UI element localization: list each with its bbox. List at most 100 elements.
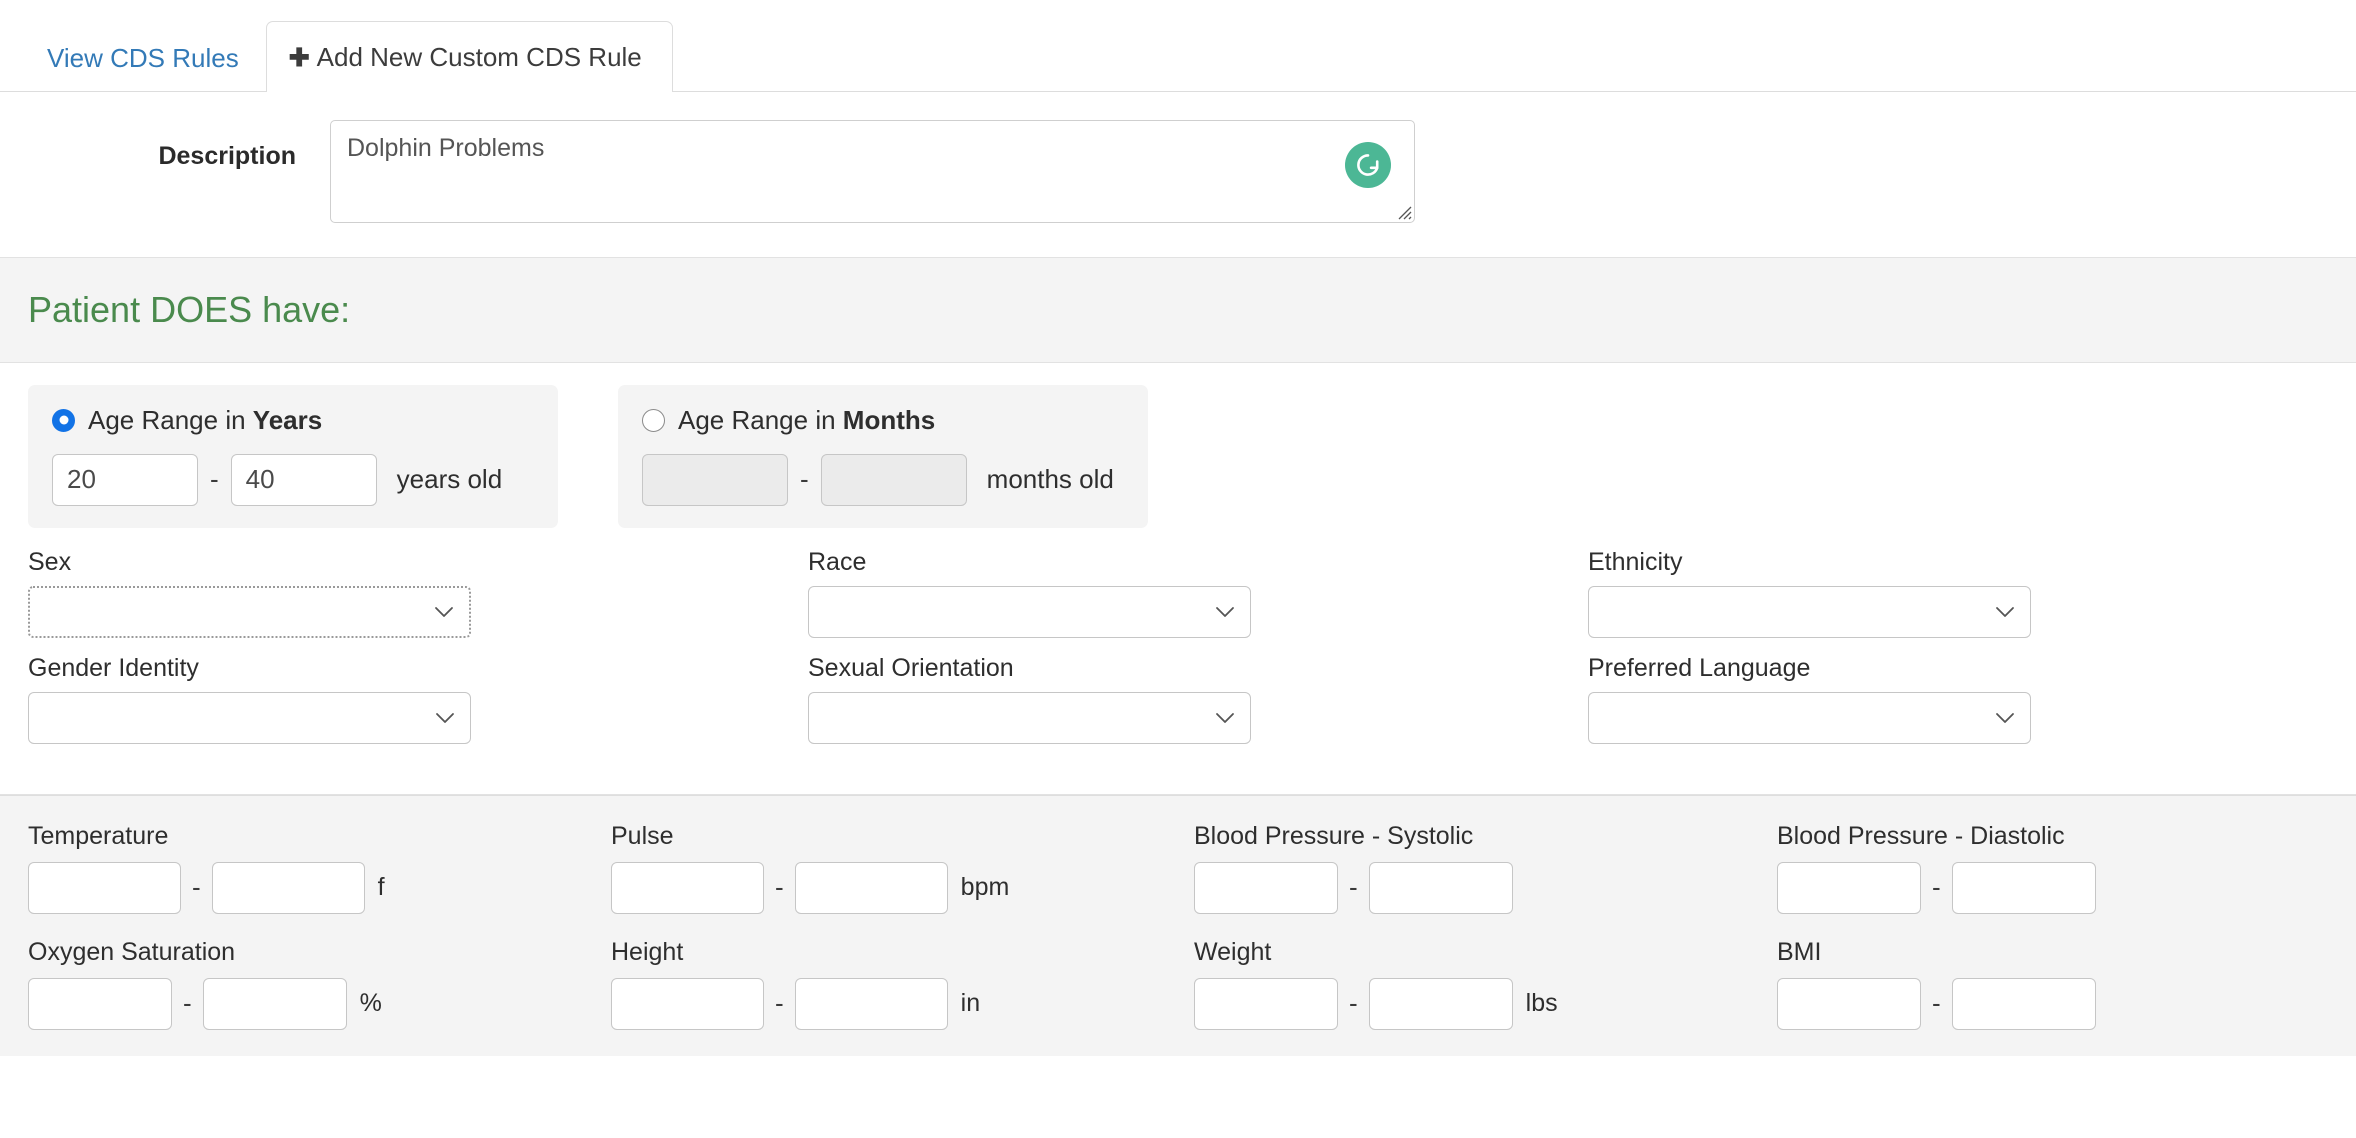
vitals-grid: Temperature - f Pulse - bpm Blood Pressu… xyxy=(28,822,2356,1030)
tab-label: Add New Custom CDS Rule xyxy=(316,42,642,72)
chevron-down-icon xyxy=(1216,712,1234,723)
field-blood-pressure-diastolic: Blood Pressure - Diastolic - xyxy=(1777,822,2356,914)
temperature-separator: - xyxy=(192,872,201,903)
oxygen-saturation-min-input[interactable] xyxy=(28,977,172,1030)
pulse-min-input[interactable] xyxy=(611,861,764,914)
blood-pressure-diastolic-min-input[interactable] xyxy=(1777,861,1921,914)
chevron-down-icon xyxy=(435,606,453,617)
tab-label: View CDS Rules xyxy=(47,43,239,73)
age-months-min-input xyxy=(642,453,788,506)
field-preferred-language: Preferred Language xyxy=(1588,654,2356,760)
field-ethnicity: Ethnicity xyxy=(1588,548,2356,654)
age-range-years-card: Age Range in Years - years old xyxy=(28,384,558,528)
chevron-down-icon xyxy=(1996,712,2014,723)
blood-pressure-diastolic-max-input[interactable] xyxy=(1951,861,2096,914)
label-temperature: Temperature xyxy=(28,821,169,850)
section-heading: Patient DOES have: xyxy=(28,289,351,330)
label-pulse: Pulse xyxy=(611,821,674,850)
label-blood-pressure-systolic: Blood Pressure - Systolic xyxy=(1194,821,1474,850)
description-input[interactable] xyxy=(330,120,1415,223)
description-label: Description xyxy=(158,142,296,170)
description-field-wrapper xyxy=(330,120,1415,223)
select-gender-identity[interactable] xyxy=(28,691,471,744)
blood-pressure-systolic-min-input[interactable] xyxy=(1194,861,1338,914)
select-race[interactable] xyxy=(808,585,1251,638)
age-range-months-label-strong: Months xyxy=(842,404,936,435)
age-range-months-label: Age Range in Months xyxy=(678,404,936,435)
field-oxygen-saturation: Oxygen Saturation - % xyxy=(28,938,611,1030)
pulse-unit: bpm xyxy=(960,873,1010,902)
age-years-min-input[interactable] xyxy=(52,453,198,506)
oxygen-saturation-separator: - xyxy=(183,988,192,1019)
select-sex[interactable] xyxy=(28,585,471,638)
height-separator: - xyxy=(775,988,784,1019)
temperature-min-input[interactable] xyxy=(28,861,181,914)
tab-add-new-custom-cds-rule[interactable]: ✚ Add New Custom CDS Rule xyxy=(265,21,673,92)
chevron-down-icon xyxy=(436,712,454,723)
age-range-years-label: Age Range in Years xyxy=(88,404,323,435)
temperature-unit: f xyxy=(377,873,385,902)
select-ethnicity[interactable] xyxy=(1588,585,2031,638)
demographics-section: Age Range in Years - years old Age Range… xyxy=(0,362,2356,795)
age-months-max-input xyxy=(820,453,967,506)
label-blood-pressure-diastolic: Blood Pressure - Diastolic xyxy=(1777,821,2065,850)
demographic-dropdown-grid: Sex Race Ethnicity Gender Identity Sexua… xyxy=(0,548,2356,760)
label-sexual-orientation: Sexual Orientation xyxy=(808,653,1014,682)
field-blood-pressure-systolic: Blood Pressure - Systolic - xyxy=(1194,822,1777,914)
field-bmi: BMI - xyxy=(1777,938,2356,1030)
weight-max-input[interactable] xyxy=(1368,977,1513,1030)
select-preferred-language[interactable] xyxy=(1588,691,2031,744)
age-years-unit: years old xyxy=(396,464,503,495)
plus-icon: ✚ xyxy=(288,44,310,72)
age-range-months-radio[interactable] xyxy=(642,408,665,432)
age-years-separator: - xyxy=(210,464,219,495)
chevron-down-icon xyxy=(1216,606,1234,617)
weight-min-input[interactable] xyxy=(1194,977,1338,1030)
grammarly-icon[interactable] xyxy=(1345,142,1391,188)
oxygen-saturation-inputs: - % xyxy=(28,977,591,1030)
tab-bar: View CDS Rules ✚ Add New Custom CDS Rule xyxy=(0,0,2356,92)
label-race: Race xyxy=(808,547,867,576)
height-unit: in xyxy=(960,989,981,1018)
age-range-row: Age Range in Years - years old Age Range… xyxy=(0,384,2356,528)
description-row: Description xyxy=(0,92,2356,257)
label-height: Height xyxy=(611,937,684,966)
oxygen-saturation-unit: % xyxy=(359,989,382,1018)
blood-pressure-systolic-inputs: - xyxy=(1194,861,1757,914)
height-inputs: - in xyxy=(611,977,1174,1030)
age-range-months-radio-row[interactable]: Age Range in Months xyxy=(642,405,1124,436)
blood-pressure-systolic-separator: - xyxy=(1349,872,1358,903)
chevron-down-icon xyxy=(1996,606,2014,617)
label-oxygen-saturation: Oxygen Saturation xyxy=(28,937,236,966)
field-height: Height - in xyxy=(611,938,1194,1030)
pulse-max-input[interactable] xyxy=(794,861,948,914)
height-min-input[interactable] xyxy=(611,977,764,1030)
field-pulse: Pulse - bpm xyxy=(611,822,1194,914)
pulse-separator: - xyxy=(775,872,784,903)
label-preferred-language: Preferred Language xyxy=(1588,653,1811,682)
bmi-separator: - xyxy=(1932,988,1941,1019)
field-temperature: Temperature - f xyxy=(28,822,611,914)
height-max-input[interactable] xyxy=(794,977,948,1030)
age-years-max-input[interactable] xyxy=(230,453,377,506)
age-range-months-inputs: - months old xyxy=(642,453,1124,506)
field-race: Race xyxy=(808,548,1588,654)
tab-view-cds-rules[interactable]: View CDS Rules xyxy=(20,22,266,92)
weight-separator: - xyxy=(1349,988,1358,1019)
field-sexual-orientation: Sexual Orientation xyxy=(808,654,1588,760)
field-sex: Sex xyxy=(28,548,808,654)
age-range-years-radio-row[interactable]: Age Range in Years xyxy=(52,405,534,436)
blood-pressure-diastolic-inputs: - xyxy=(1777,861,2336,914)
patient-does-have-section-header: Patient DOES have: xyxy=(0,257,2356,363)
age-range-years-inputs: - years old xyxy=(52,453,534,506)
blood-pressure-systolic-max-input[interactable] xyxy=(1368,861,1513,914)
bmi-max-input[interactable] xyxy=(1951,977,2096,1030)
select-sexual-orientation[interactable] xyxy=(808,691,1251,744)
temperature-max-input[interactable] xyxy=(211,861,365,914)
oxygen-saturation-max-input[interactable] xyxy=(202,977,347,1030)
blood-pressure-diastolic-separator: - xyxy=(1932,872,1941,903)
age-range-years-radio[interactable] xyxy=(52,408,75,432)
bmi-min-input[interactable] xyxy=(1777,977,1921,1030)
label-weight: Weight xyxy=(1194,937,1272,966)
weight-unit: lbs xyxy=(1525,989,1558,1018)
